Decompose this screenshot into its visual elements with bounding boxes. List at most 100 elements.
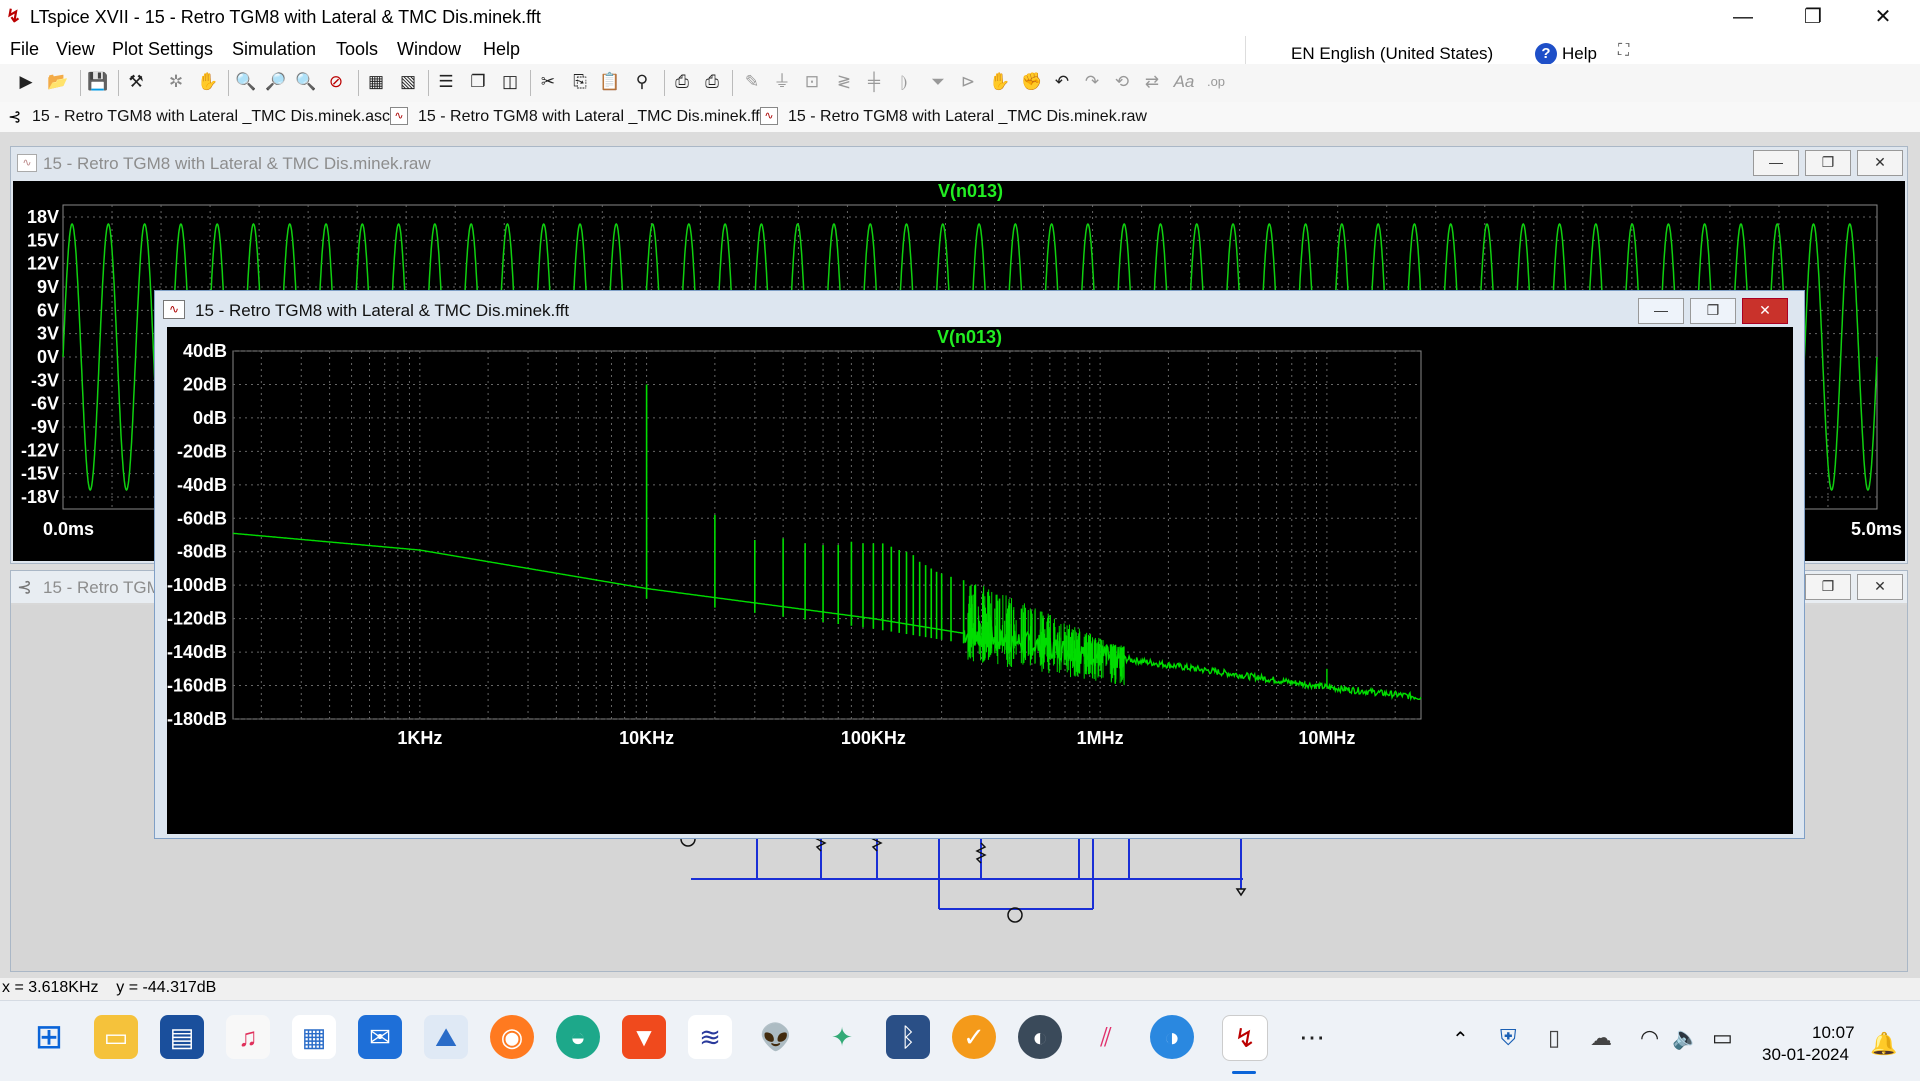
schematic-close-button[interactable]: ✕ — [1857, 574, 1903, 600]
minimize-button[interactable]: — — [1716, 0, 1770, 34]
print-icon[interactable]: ⎙ — [670, 70, 694, 94]
fft-plot-window[interactable]: ∿ 15 - Retro TGM8 with Lateral & TMC Dis… — [154, 290, 1805, 839]
app-stack-icon[interactable]: ≋ — [688, 1015, 732, 1059]
wifi-icon[interactable]: ◠ — [1640, 1025, 1659, 1051]
save-icon[interactable]: 💾 — [86, 70, 110, 94]
mail-icon[interactable]: ✉ — [358, 1015, 402, 1059]
wire-icon[interactable]: ✎ — [740, 70, 764, 94]
onedrive-icon[interactable]: ☁ — [1590, 1025, 1612, 1051]
clock-time[interactable]: 10:07 — [1812, 1023, 1855, 1043]
fft-icon[interactable]: ▧ — [396, 70, 420, 94]
music-icon[interactable]: ♫ — [226, 1015, 270, 1059]
steam-app-icon[interactable]: ◐ — [1018, 1015, 1062, 1059]
bluetooth-app-icon[interactable]: ᛒ — [886, 1015, 930, 1059]
component-icon[interactable]: ⊳ — [956, 70, 980, 94]
fft-plot-area[interactable]: 40dB 20dB 0dB -20dB -40dB -60dB -80dB -100dB -12… — [167, 327, 1793, 834]
label-net-icon[interactable]: ⊡ — [800, 70, 824, 94]
menu-view[interactable]: View — [56, 39, 95, 60]
settings-app-icon[interactable]: ✦ — [820, 1015, 864, 1059]
autorange-icon[interactable]: ▦ — [364, 70, 388, 94]
raw-minimize-button[interactable]: — — [1753, 150, 1799, 176]
blue-app-icon[interactable]: ◑ — [1150, 1015, 1194, 1059]
print-setup-icon[interactable]: ⎙ — [700, 70, 724, 94]
alien-app-icon[interactable]: 👽 — [754, 1015, 798, 1059]
edge-icon[interactable]: ◒ — [556, 1015, 600, 1059]
move-hand-icon[interactable]: ✋ — [988, 70, 1012, 94]
menu-plot-settings[interactable]: Plot Settings — [112, 39, 213, 60]
notepad-icon[interactable]: ▦ — [292, 1015, 336, 1059]
help-label[interactable]: Help — [1562, 44, 1597, 64]
tile-horizontal-icon[interactable]: ☰ — [434, 70, 458, 94]
file-explorer-icon[interactable]: ▭ — [94, 1015, 138, 1059]
cascade-icon[interactable]: ❐ — [466, 70, 490, 94]
winamp-icon[interactable]: ⫽ — [1084, 1015, 1128, 1059]
photos-icon[interactable]: ⛰ — [424, 1015, 468, 1059]
notification-bell-icon[interactable]: 🔔 — [1870, 1031, 1897, 1057]
paste-icon[interactable]: 📋 — [598, 70, 622, 94]
menu-window[interactable]: Window — [397, 39, 461, 60]
zoom-cancel-icon[interactable]: ⊘ — [324, 70, 348, 94]
open-folder-icon[interactable]: 📂 — [46, 70, 70, 94]
resistor-icon[interactable]: ≷ — [832, 70, 856, 94]
spice-directive-icon[interactable]: .op — [1204, 70, 1228, 94]
close-button[interactable]: ✕ — [1856, 0, 1910, 34]
fft-maximize-button[interactable]: ❐ — [1690, 298, 1736, 324]
tile-vertical-icon[interactable]: ◫ — [498, 70, 522, 94]
more-apps-icon[interactable]: ⋯ — [1290, 1015, 1334, 1059]
app-title: LTspice XVII - 15 - Retro TGM8 with Late… — [30, 7, 541, 27]
control-panel-icon[interactable]: ⚒ — [124, 70, 148, 94]
help-icon[interactable]: ? — [1535, 43, 1557, 65]
menu-help[interactable]: Help — [483, 39, 520, 60]
firefox-icon[interactable]: ◉ — [490, 1015, 534, 1059]
redo-icon[interactable]: ↷ — [1080, 70, 1104, 94]
capacitor-icon[interactable]: ╪ — [862, 70, 886, 94]
zoom-in-icon[interactable]: 🔍 — [234, 70, 258, 94]
run-icon[interactable]: ▶ — [14, 70, 38, 94]
battery-icon[interactable]: ▭ — [1712, 1025, 1733, 1051]
menu-simulation[interactable]: Simulation — [232, 39, 316, 60]
menu-tools[interactable]: Tools — [336, 39, 378, 60]
drag-hand-icon[interactable]: ✊ — [1020, 70, 1044, 94]
defender-icon[interactable]: ⛨ — [1500, 1025, 1517, 1051]
store-icon[interactable]: ▤ — [160, 1015, 204, 1059]
rotate-icon[interactable]: ⟲ — [1110, 70, 1134, 94]
fft-close-button[interactable]: ✕ — [1742, 298, 1788, 324]
zoom-fit-icon[interactable]: 🔍 — [294, 70, 318, 94]
tab-asc[interactable]: 15 - Retro TGM8 with Lateral _TMC Dis.mi… — [32, 108, 390, 126]
raw-close-button[interactable]: ✕ — [1857, 150, 1903, 176]
menu-file[interactable]: File — [10, 39, 39, 60]
volume-icon[interactable]: 🔈 — [1672, 1025, 1699, 1051]
start-icon[interactable]: ⊞ — [27, 1015, 71, 1059]
usb-icon[interactable]: ▯ — [1548, 1025, 1560, 1051]
halt-icon[interactable]: ✲ — [164, 70, 188, 94]
ltspice-taskbar-icon[interactable]: ↯ — [1222, 1015, 1268, 1061]
pan-hand-icon[interactable]: ✋ — [196, 70, 220, 94]
inductor-icon[interactable]: ⦈ — [892, 70, 916, 94]
undo-icon[interactable]: ↶ — [1050, 70, 1074, 94]
ground-icon[interactable]: ⏚ — [770, 70, 794, 94]
fft-trace-label[interactable]: V(n013) — [937, 327, 1002, 348]
mirror-icon[interactable]: ⇄ — [1140, 70, 1164, 94]
tray-chevron-icon[interactable]: ⌃ — [1452, 1027, 1469, 1052]
raw-trace-label[interactable]: V(n013) — [938, 181, 1003, 202]
toolbar-separator — [428, 70, 429, 96]
orange-app-icon[interactable]: ✓ — [952, 1015, 996, 1059]
fft-minimize-button[interactable]: — — [1638, 298, 1684, 324]
cut-icon[interactable]: ✂ — [536, 70, 560, 94]
fft-window-titlebar[interactable]: ∿ 15 - Retro TGM8 with Lateral & TMC Dis… — [155, 291, 1804, 327]
diode-icon[interactable]: ⏷ — [926, 70, 950, 94]
expand-icon[interactable]: ⛶ — [1618, 42, 1629, 60]
text-icon[interactable]: Aa — [1172, 70, 1196, 94]
maximize-button[interactable]: ❐ — [1786, 0, 1840, 34]
zoom-out-icon[interactable]: 🔎 — [264, 70, 288, 94]
raw-maximize-button[interactable]: ❐ — [1805, 150, 1851, 176]
clock-date[interactable]: 30-01-2024 — [1762, 1045, 1849, 1065]
copy-icon[interactable]: ⎘ — [568, 70, 592, 94]
language-indicator[interactable]: EN English (United States) — [1291, 44, 1493, 64]
tab-fft[interactable]: 15 - Retro TGM8 with Lateral _TMC Dis.mi… — [418, 108, 764, 126]
brave-icon[interactable]: ▼ — [622, 1015, 666, 1059]
schematic-maximize-button[interactable]: ❐ — [1805, 574, 1851, 600]
tab-raw[interactable]: 15 - Retro TGM8 with Lateral _TMC Dis.mi… — [788, 108, 1147, 126]
raw-window-titlebar[interactable]: ∿ 15 - Retro TGM8 with Lateral & TMC Dis… — [11, 147, 1907, 179]
find-icon[interactable]: ⚲ — [630, 70, 654, 94]
